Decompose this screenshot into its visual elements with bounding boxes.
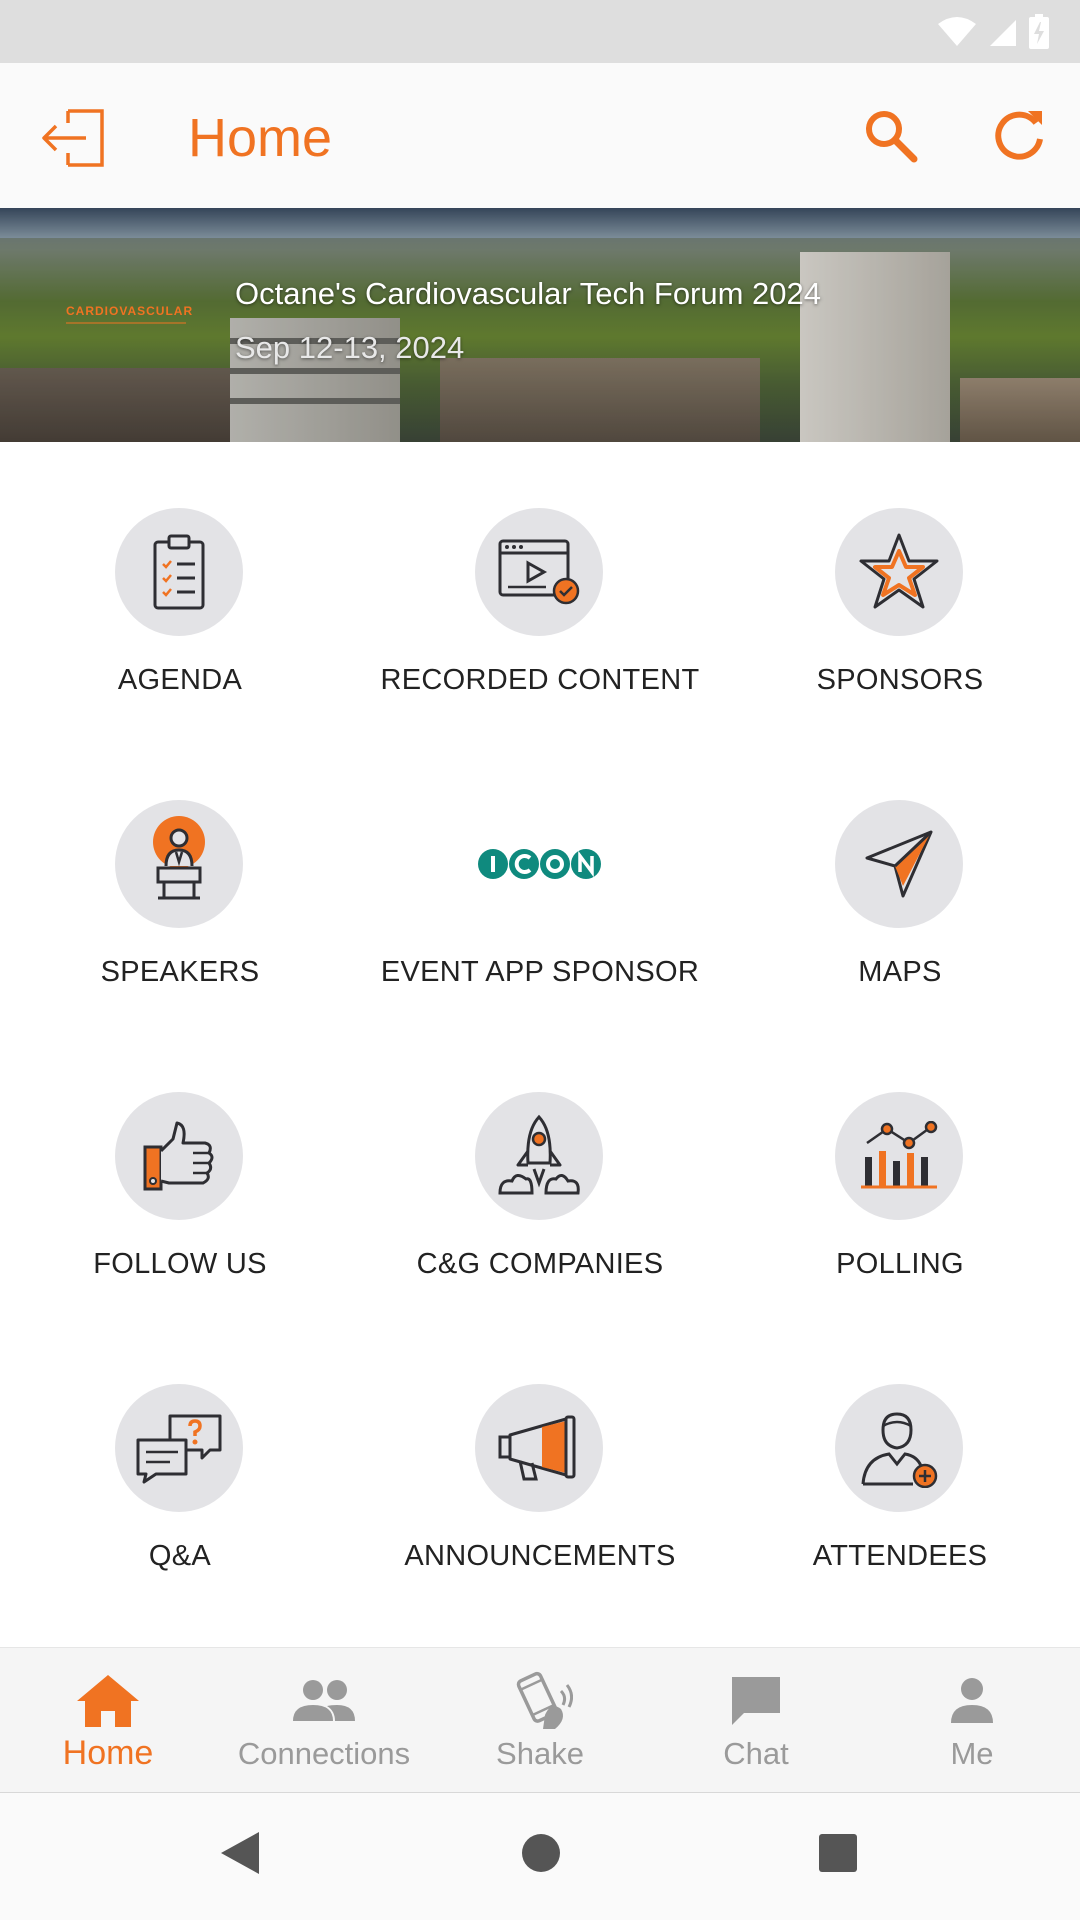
system-navigation-bar: [0, 1793, 1080, 1920]
nav-icon-wrap: [289, 1670, 359, 1732]
event-logo: CARDIOVASCULAR: [66, 304, 194, 318]
tile-label: AGENDA: [117, 664, 243, 696]
tile-speakers[interactable]: SPEAKERS: [0, 734, 360, 1026]
status-icons: [936, 12, 1050, 52]
icon-circle: [115, 800, 243, 928]
speaker-podium-icon: [153, 816, 205, 900]
chat-bubble-icon: [732, 1677, 780, 1725]
signal-icon: [990, 20, 1016, 46]
nav-chat[interactable]: Chat: [648, 1648, 864, 1794]
tile-label: POLLING: [836, 1248, 964, 1280]
tile-event-app-sponsor[interactable]: EVENT APP SPONSOR: [360, 734, 720, 1026]
tile-attendees[interactable]: ATTENDEES: [720, 1318, 1080, 1610]
megaphone-icon: [498, 1415, 576, 1481]
people-icon: [293, 1680, 355, 1721]
nav-label: Shake: [496, 1736, 584, 1771]
tile-agenda[interactable]: AGENDA: [0, 442, 360, 734]
icon-circle: [835, 800, 963, 928]
tile-recorded-content[interactable]: RECORDED CONTENT: [360, 442, 720, 734]
tile-label: C&G COMPANIES: [416, 1248, 664, 1280]
icon-logo: [478, 849, 601, 879]
nav-label: Home: [62, 1734, 154, 1772]
page-title: Home: [188, 108, 333, 168]
feature-grid: AGENDA RECORDED CONTENT SPONSORS SPEAKER…: [0, 442, 1080, 1647]
search-icon: [866, 111, 918, 163]
nav-label: Connections: [237, 1736, 411, 1771]
tile-follow-us[interactable]: FOLLOW US: [0, 1026, 360, 1318]
icon-circle: [475, 1092, 603, 1220]
event-date: Sep 12-13, 2024: [235, 330, 465, 365]
tile-label: RECORDED CONTENT: [380, 664, 700, 696]
logout-icon: [42, 109, 104, 167]
tile-qa[interactable]: Q&A: [0, 1318, 360, 1610]
nav-connections[interactable]: Connections: [216, 1648, 432, 1794]
banner-shade: [0, 208, 1080, 442]
recents-square-icon: [819, 1834, 857, 1872]
logout-button[interactable]: [38, 103, 108, 173]
tile-label: MAPS: [858, 956, 942, 988]
refresh-button[interactable]: [986, 103, 1052, 169]
paper-plane-icon: [865, 830, 933, 898]
bottom-navigation: Home Connections Shake Chat Me: [0, 1647, 1080, 1793]
event-title: Octane's Cardiovascular Tech Forum 2024: [235, 276, 822, 311]
nav-shake[interactable]: Shake: [432, 1648, 648, 1794]
tile-label: Q&A: [148, 1540, 212, 1572]
tile-label: ATTENDEES: [812, 1540, 988, 1572]
shake-phone-icon: [516, 1671, 573, 1729]
search-button[interactable]: [858, 103, 924, 169]
nav-label: Me: [950, 1736, 994, 1771]
icon-circle: [115, 508, 243, 636]
sponsor-logo-area: [475, 800, 603, 928]
nav-icon-wrap: [505, 1670, 575, 1732]
back-triangle-icon: [221, 1832, 259, 1874]
icon-circle: [835, 1092, 963, 1220]
tile-cg-companies[interactable]: C&G COMPANIES: [360, 1026, 720, 1318]
icon-circle: [475, 1384, 603, 1512]
tile-polling[interactable]: POLLING: [720, 1026, 1080, 1318]
tile-label: SPONSORS: [816, 664, 984, 696]
nav-me[interactable]: Me: [864, 1648, 1080, 1794]
tile-label: EVENT APP SPONSOR: [380, 956, 700, 988]
tile-label: FOLLOW US: [93, 1248, 267, 1280]
nav-home[interactable]: Home: [0, 1648, 216, 1794]
rocket-icon: [498, 1114, 580, 1195]
top-app-bar: Home: [0, 63, 1080, 208]
battery-icon: [1029, 14, 1049, 49]
nav-icon-wrap: [721, 1670, 791, 1732]
icon-circle: [115, 1092, 243, 1220]
status-bar: [0, 0, 1080, 63]
system-back-button[interactable]: [210, 1823, 270, 1883]
tile-sponsors[interactable]: SPONSORS: [720, 442, 1080, 734]
clipboard-checklist-icon: [153, 534, 205, 610]
icon-circle: [835, 1384, 963, 1512]
home-icon: [77, 1675, 139, 1727]
nav-label: Chat: [723, 1736, 789, 1771]
tile-label: SPEAKERS: [100, 956, 260, 988]
icon-circle: [835, 508, 963, 636]
video-player-icon: [498, 539, 580, 605]
system-home-button[interactable]: [511, 1823, 571, 1883]
star-icon: [859, 533, 939, 609]
event-logo-underline: [66, 322, 186, 324]
icon-circle: [475, 508, 603, 636]
wifi-icon: [938, 17, 976, 46]
tile-announcements[interactable]: ANNOUNCEMENTS: [360, 1318, 720, 1610]
person-add-icon: [861, 1412, 938, 1488]
system-recents-button[interactable]: [808, 1823, 868, 1883]
nav-icon-wrap: [73, 1670, 143, 1732]
event-banner[interactable]: CARDIOVASCULAR Octane's Cardiovascular T…: [0, 208, 1080, 442]
chat-question-icon: [136, 1414, 222, 1484]
bar-chart-icon: [861, 1121, 938, 1189]
nav-icon-wrap: [937, 1670, 1007, 1732]
thumbs-up-icon: [143, 1121, 214, 1191]
tile-label: ANNOUNCEMENTS: [404, 1540, 676, 1572]
tile-maps[interactable]: MAPS: [720, 734, 1080, 1026]
home-circle-icon: [522, 1834, 560, 1872]
refresh-icon: [995, 111, 1043, 160]
person-icon: [951, 1678, 993, 1723]
icon-circle: [115, 1384, 243, 1512]
